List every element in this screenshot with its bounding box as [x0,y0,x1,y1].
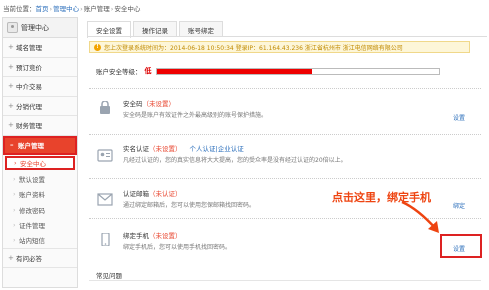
row-title-text: 实名认证 [123,145,149,153]
email-bind-link[interactable]: 绑定 [453,201,465,210]
security-level-bar [155,67,440,75]
phone-desc: 绑定手机后，您可以使用手机找回密码。 [123,244,232,251]
expand-icon: + [8,121,14,130]
tab-operation-log[interactable]: 操作记录 [133,21,177,37]
row-status: （未设置） [149,232,182,240]
sidebar-item-label: 预订竞价 [16,63,42,72]
lock-icon [100,101,110,114]
tab-bar: 安全设置 操作记录 账号绑定 [87,21,225,38]
security-code-title: 安全码（未设置） [123,98,175,108]
breadcrumb: 当前位置：首页›管理中心›账户管理›安全中心 [3,5,141,13]
sidebar-item-label: 分销代理 [16,102,42,111]
sidebar-item-account[interactable]: – 账户管理 [3,135,77,155]
collapse-icon: – [10,141,14,150]
security-level-label: 账户安全等级： [96,68,142,76]
tab-divider [87,36,487,37]
info-icon: ! [94,43,101,51]
auth-type-links[interactable]: 个人认证|企业认证 [190,145,244,153]
breadcrumb-account: 账户管理 [83,5,110,13]
sidebar: 管理中心 + 域名管理 + 预订竞价 + 中介交易 + 分销代理 + 财务管理 – 账户管理… [2,17,78,288]
security-code-desc: 安全码是账户有效证件之外最高级别的账号保护措施。 [123,112,268,119]
email-title: 认证邮箱（未认证） [123,188,182,198]
sidebar-subitem-label: 证件管理 [19,222,45,231]
sidebar-item-label: 域名管理 [16,44,42,53]
breadcrumb-admin-link[interactable]: 管理中心 [53,5,79,13]
expand-icon: + [8,43,14,52]
expand-icon: + [8,253,14,262]
expand-icon: + [8,62,14,71]
security-level: 账户安全等级： 低 [96,66,440,76]
sidebar-subitem-label: 默认设置 [19,175,45,184]
real-name-desc: 凡经过认证的，您的真实信息将大大提高，您的受众率是没有经过认证的20倍以上。 [123,157,347,164]
sidebar-item-finance[interactable]: + 财务管理 [3,116,77,136]
row-status: （未认证） [149,190,182,198]
faq-title: 常见问题 [96,272,122,280]
phone-title: 绑定手机（未设置） [123,230,182,240]
row-status: （未设置） [149,145,182,153]
security-level-value: 低 [144,67,152,75]
sidebar-item-label: 账户管理 [18,142,44,151]
notice-text: 您上次登录系统时间为：2014-06-18 10:50:34 登录IP：61.1… [104,44,403,52]
sidebar-subitem-messages[interactable]: › 站内短信 [3,233,77,249]
row-title-text: 安全码 [123,100,143,108]
row-status: （未设置） [142,100,176,108]
sidebar-header-label: 管理中心 [21,23,49,32]
faq-divider [89,280,481,281]
expand-icon: + [8,82,14,91]
sidebar-item-label: 有问必答 [16,254,42,263]
sidebar-subitem-defaults[interactable]: › 默认设置 [3,171,77,187]
sidebar-item-label: 中介交易 [16,83,42,92]
sidebar-subitem-security[interactable]: › 安全中心 [5,156,75,170]
highlight-box [440,234,482,258]
security-code-set-link[interactable]: 设置 [453,113,465,122]
sidebar-item-label: 财务管理 [16,122,42,131]
security-code-row: 安全码（未设置） 安全码是账户有效证件之外最高级别的账号保护措施。 设置 [89,88,481,132]
phone-icon [101,233,110,246]
sidebar-subitem-label: 账户资料 [19,191,45,200]
last-login-notice: ! 您上次登录系统时间为：2014-06-18 10:50:34 登录IP：61… [89,41,470,53]
breadcrumb-current: 安全中心 [114,5,141,13]
security-level-fill [156,68,312,74]
sidebar-item-booking[interactable]: + 预订竞价 [3,58,77,77]
sidebar-subitem-label: 修改密码 [19,206,45,215]
breadcrumb-prefix: 当前位置： [3,5,36,13]
real-name-title: 实名认证（未设置） 个人认证|企业认证 [123,143,244,153]
expand-icon: + [8,101,14,110]
sidebar-subitem-password[interactable]: › 修改密码 [3,202,77,218]
sidebar-subitem-documents[interactable]: › 证件管理 [3,218,77,234]
id-card-icon [97,149,113,162]
envelope-icon [97,193,113,206]
sidebar-item-domain[interactable]: + 域名管理 [3,38,77,58]
email-desc: 通过绑定邮箱后，您可以使用您保邮箱找回密码。 [123,202,256,209]
sidebar-subitem-label: 站内短信 [19,237,45,246]
real-name-row: 实名认证（未设置） 个人认证|企业认证 凡经过认证的，您的真实信息将大大提高，您的… [89,134,481,178]
sidebar-item-faq[interactable]: + 有问必答 [3,249,77,268]
sidebar-item-reseller[interactable]: + 分销代理 [3,97,77,116]
sidebar-subitem-label: 安全中心 [20,160,46,168]
sidebar-item-escrow[interactable]: + 中介交易 [3,77,77,97]
row-title-text: 绑定手机 [123,232,149,240]
row-title-text: 认证邮箱 [123,190,149,198]
sidebar-subitem-profile[interactable]: › 账户资料 [3,187,77,203]
breadcrumb-home-link[interactable]: 首页 [36,5,49,13]
tab-account-binding[interactable]: 账号绑定 [179,21,223,37]
arrow-icon [401,200,439,233]
user-icon [7,22,18,33]
sidebar-header[interactable]: 管理中心 [3,18,77,38]
